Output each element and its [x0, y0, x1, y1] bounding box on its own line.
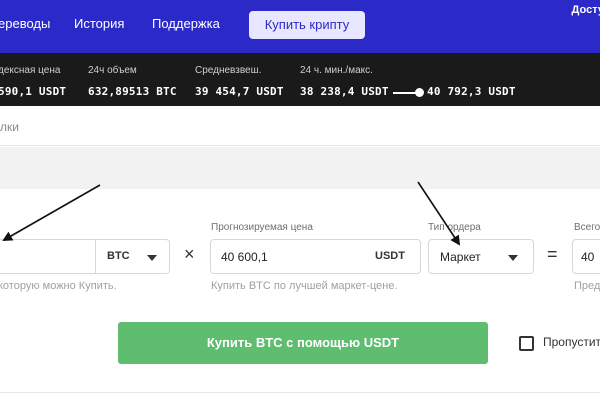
annotation-arrows: [2, 181, 461, 246]
arrow-to-order-type: [417, 181, 461, 246]
arrow-to-amount: [2, 184, 101, 241]
